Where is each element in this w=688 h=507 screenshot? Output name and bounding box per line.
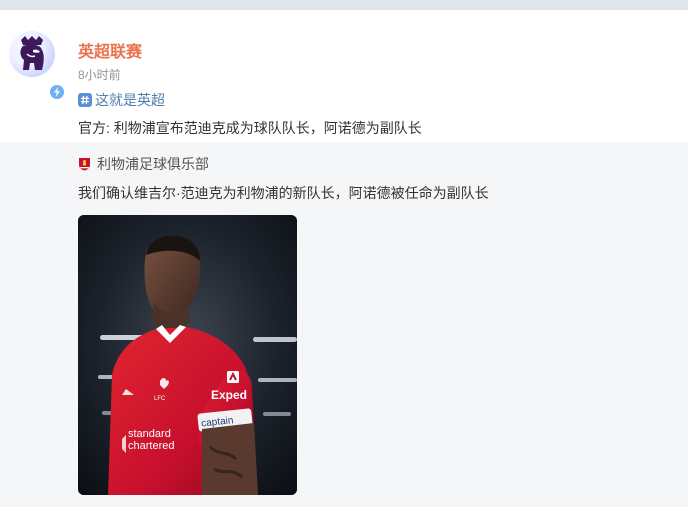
post-time[interactable]: 8小时前 [78, 66, 121, 83]
top-divider-strip [0, 0, 688, 10]
repost-source-link[interactable]: 利物浦足球俱乐部 [78, 155, 209, 173]
sponsor-logo: Exped [211, 388, 247, 402]
hashtag-icon [78, 93, 92, 107]
repost-source-name: 利物浦足球俱乐部 [97, 156, 209, 172]
verified-badge [48, 83, 66, 101]
repost-card[interactable]: 利物浦足球俱乐部 我们确认维吉尔·范迪克为利物浦的新队长，阿诺德被任命为副队长 [0, 142, 688, 507]
shirt-brand-line-2: chartered [128, 440, 174, 452]
shirt-brand-line-1: standard [128, 428, 171, 440]
premier-league-lion-icon [20, 36, 44, 70]
weibo-post: 英超联赛 8小时前 这就是英超 官方: 利物浦宣布范迪克成为球队队长，阿诺德为副… [0, 10, 688, 142]
repost-text: 我们确认维吉尔·范迪克为利物浦的新队长，阿诺德被任命为副队长 [78, 185, 489, 201]
post-text: 官方: 利物浦宣布范迪克成为球队队长，阿诺德为副队长 [78, 120, 422, 136]
liverpool-crest-icon [79, 158, 90, 171]
van-dijk-captain-photo: captain Exped LFC standard chartered [78, 215, 297, 495]
post-image[interactable]: captain Exped LFC standard chartered [78, 215, 297, 495]
lightning-verified-icon [54, 87, 60, 97]
club-initials: LFC [154, 396, 166, 402]
topic-label: 这就是英超 [95, 92, 165, 108]
author-name[interactable]: 英超联赛 [78, 38, 142, 62]
avatar[interactable] [9, 31, 66, 101]
topic-link[interactable]: 这就是英超 [78, 91, 165, 109]
